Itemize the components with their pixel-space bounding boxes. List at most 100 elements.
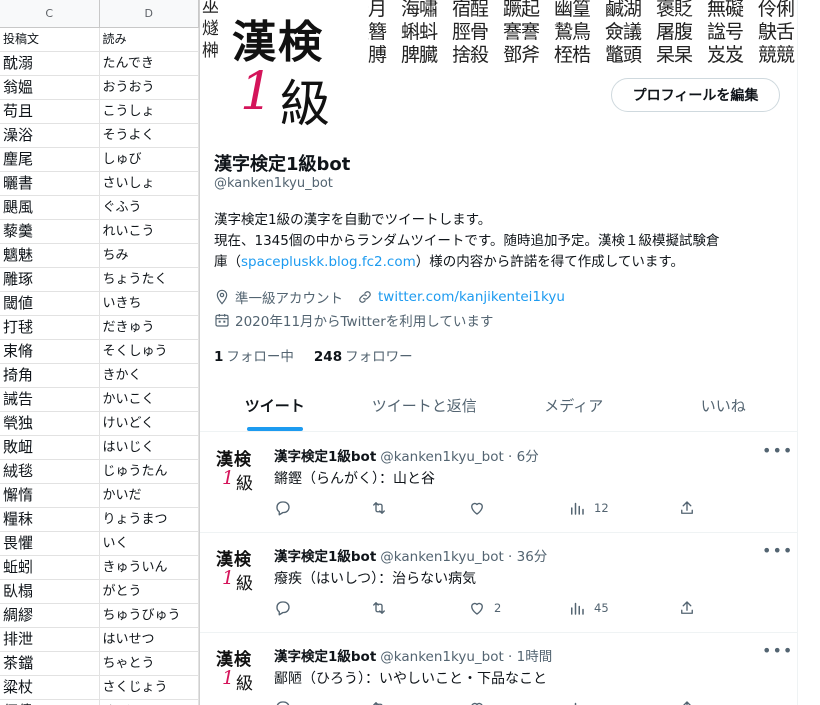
tweet-avatar[interactable]: 漢検 1 級 xyxy=(214,645,262,694)
tweet[interactable]: 漢検 1 級 漢字検定1級bot @kanken1kyu_bot · 6分 ••… xyxy=(200,433,797,533)
followers-link[interactable]: 248 フォロワー xyxy=(314,345,413,365)
tweet-author-name[interactable]: 漢字検定1級bot xyxy=(274,545,376,565)
cell-post-text[interactable]: 投稿文 xyxy=(0,28,100,51)
profile-avatar[interactable]: 漢検 1 級 xyxy=(218,0,368,133)
more-icon[interactable]: ••• xyxy=(762,541,793,560)
cell-post-text[interactable]: 打毬 xyxy=(0,316,100,339)
cell-reading[interactable]: かいだ xyxy=(100,484,199,507)
cell-reading[interactable]: ちゅうびゅう xyxy=(100,604,199,627)
cell-reading[interactable]: いく xyxy=(100,532,199,555)
cell-post-text[interactable]: 煢独 xyxy=(0,412,100,435)
tab-tweets[interactable]: ツイート xyxy=(200,380,350,431)
cell-reading[interactable]: だきゅう xyxy=(100,316,199,339)
like-button[interactable] xyxy=(468,499,494,517)
cell-reading[interactable]: ちみ xyxy=(100,244,199,267)
cell-reading[interactable]: いきち xyxy=(100,292,199,315)
cell-post-text[interactable]: 粱杖 xyxy=(0,676,100,699)
cell-post-text[interactable]: 蚯蚓 xyxy=(0,556,100,579)
cell-reading[interactable]: けいどく xyxy=(100,412,199,435)
cell-post-text[interactable]: 綢繆 xyxy=(0,604,100,627)
tab-media[interactable]: メディア xyxy=(499,380,649,431)
cell-post-text[interactable]: 魑魅 xyxy=(0,244,100,267)
cell-post-text[interactable]: 澡浴 xyxy=(0,124,100,147)
cell-post-text[interactable]: 懈惰 xyxy=(0,484,100,507)
following-link[interactable]: 1 フォロー中 xyxy=(214,345,294,365)
cell-post-text[interactable]: 排泄 xyxy=(0,628,100,651)
edit-profile-button[interactable]: プロフィールを編集 xyxy=(611,78,780,112)
column-header-c[interactable]: C xyxy=(0,0,100,27)
cell-reading[interactable]: そくしゅう xyxy=(100,340,199,363)
cell-post-text[interactable]: 敗衄 xyxy=(0,436,100,459)
cell-reading[interactable]: りょうまつ xyxy=(100,508,199,531)
cell-reading[interactable]: たんでき xyxy=(100,52,199,75)
cell-reading[interactable]: がとう xyxy=(100,580,199,603)
cell-reading[interactable]: れいこう xyxy=(100,220,199,243)
cell-reading[interactable]: さいしょ xyxy=(100,172,199,195)
reply-button[interactable] xyxy=(274,599,292,617)
cell-post-text[interactable]: 麈尾 xyxy=(0,148,100,171)
tweet[interactable]: 漢検 1 級 漢字検定1級bot @kanken1kyu_bot · 36分 •… xyxy=(200,533,797,633)
views-button[interactable]: 45 xyxy=(568,599,609,617)
cell-post-text[interactable]: 藜羹 xyxy=(0,220,100,243)
like-button[interactable]: 2 xyxy=(468,599,501,617)
cell-reading[interactable]: 読み xyxy=(100,28,199,51)
cell-post-text[interactable]: 誡告 xyxy=(0,388,100,411)
cell-post-text[interactable]: 傴僂 xyxy=(0,700,100,705)
cell-reading[interactable]: はいじく xyxy=(100,436,199,459)
cell-post-text[interactable]: 曬書 xyxy=(0,172,100,195)
cell-post-text[interactable]: 臥榻 xyxy=(0,580,100,603)
reply-button[interactable] xyxy=(274,699,292,705)
tweet[interactable]: 漢検 1 級 漢字検定1級bot @kanken1kyu_bot · 1時間 •… xyxy=(200,633,797,705)
cell-reading[interactable]: はいせつ xyxy=(100,628,199,651)
cell-post-text[interactable]: 掎角 xyxy=(0,364,100,387)
cell-reading[interactable]: く る xyxy=(100,700,199,705)
tweet-handle-time[interactable]: @kanken1kyu_bot · 1時間 xyxy=(380,645,552,665)
retweet-button[interactable] xyxy=(370,699,388,705)
share-button[interactable] xyxy=(678,599,696,617)
profile-url-link[interactable]: twitter.com/kanjikentei1kyu xyxy=(378,289,565,305)
tab-tweets-replies[interactable]: ツイートと返信 xyxy=(350,380,500,431)
cell-post-text[interactable]: 畏懼 xyxy=(0,532,100,555)
cell-post-text[interactable]: 束脩 xyxy=(0,340,100,363)
cell-post-text[interactable]: 颶風 xyxy=(0,196,100,219)
tweet-author-name[interactable]: 漢字検定1級bot xyxy=(274,445,376,465)
cell-post-text[interactable]: 雕琢 xyxy=(0,268,100,291)
column-header-d[interactable]: D xyxy=(100,0,199,27)
cell-post-text[interactable]: 翁媼 xyxy=(0,76,100,99)
share-button[interactable] xyxy=(678,699,696,705)
retweet-button[interactable] xyxy=(370,599,388,617)
views-button[interactable]: 12 xyxy=(568,499,609,517)
cell-reading[interactable]: じゅうたん xyxy=(100,460,199,483)
reply-button[interactable] xyxy=(274,499,292,517)
cell-reading[interactable]: かいこく xyxy=(100,388,199,411)
cell-reading[interactable]: きかく xyxy=(100,364,199,387)
cell-reading[interactable]: ちゃとう xyxy=(100,652,199,675)
tweet-author-name[interactable]: 漢字検定1級bot xyxy=(274,645,376,665)
cell-reading[interactable]: きゅういん xyxy=(100,556,199,579)
more-icon[interactable]: ••• xyxy=(762,441,793,460)
cell-reading[interactable]: さくじょう xyxy=(100,676,199,699)
cell-post-text[interactable]: 糧秣 xyxy=(0,508,100,531)
cell-post-text[interactable]: 閾値 xyxy=(0,292,100,315)
cell-reading[interactable]: こうしょ xyxy=(100,100,199,123)
bio-link[interactable]: spacepluskk.blog.fc2.com xyxy=(241,254,416,270)
cell-reading[interactable]: ぐふう xyxy=(100,196,199,219)
cell-reading[interactable]: そうよく xyxy=(100,124,199,147)
share-button[interactable] xyxy=(678,499,696,517)
tweet-handle-time[interactable]: @kanken1kyu_bot · 36分 xyxy=(380,545,547,565)
views-button[interactable] xyxy=(568,699,594,705)
cell-reading[interactable]: しゅび xyxy=(100,148,199,171)
cell-post-text[interactable]: 苟且 xyxy=(0,100,100,123)
cell-reading[interactable]: ちょうたく xyxy=(100,268,199,291)
cell-post-text[interactable]: 酖溺 xyxy=(0,52,100,75)
cell-reading[interactable]: おうおう xyxy=(100,76,199,99)
tab-likes[interactable]: いいね xyxy=(649,380,798,431)
cell-post-text[interactable]: 絨毯 xyxy=(0,460,100,483)
more-icon[interactable]: ••• xyxy=(762,641,793,660)
retweet-button[interactable] xyxy=(370,499,388,517)
cell-post-text[interactable]: 茶鐺 xyxy=(0,652,100,675)
tweet-handle-time[interactable]: @kanken1kyu_bot · 6分 xyxy=(380,445,538,465)
tweet-avatar[interactable]: 漢検 1 級 xyxy=(214,445,262,494)
tweet-avatar[interactable]: 漢検 1 級 xyxy=(214,545,262,594)
like-button[interactable] xyxy=(468,699,494,705)
